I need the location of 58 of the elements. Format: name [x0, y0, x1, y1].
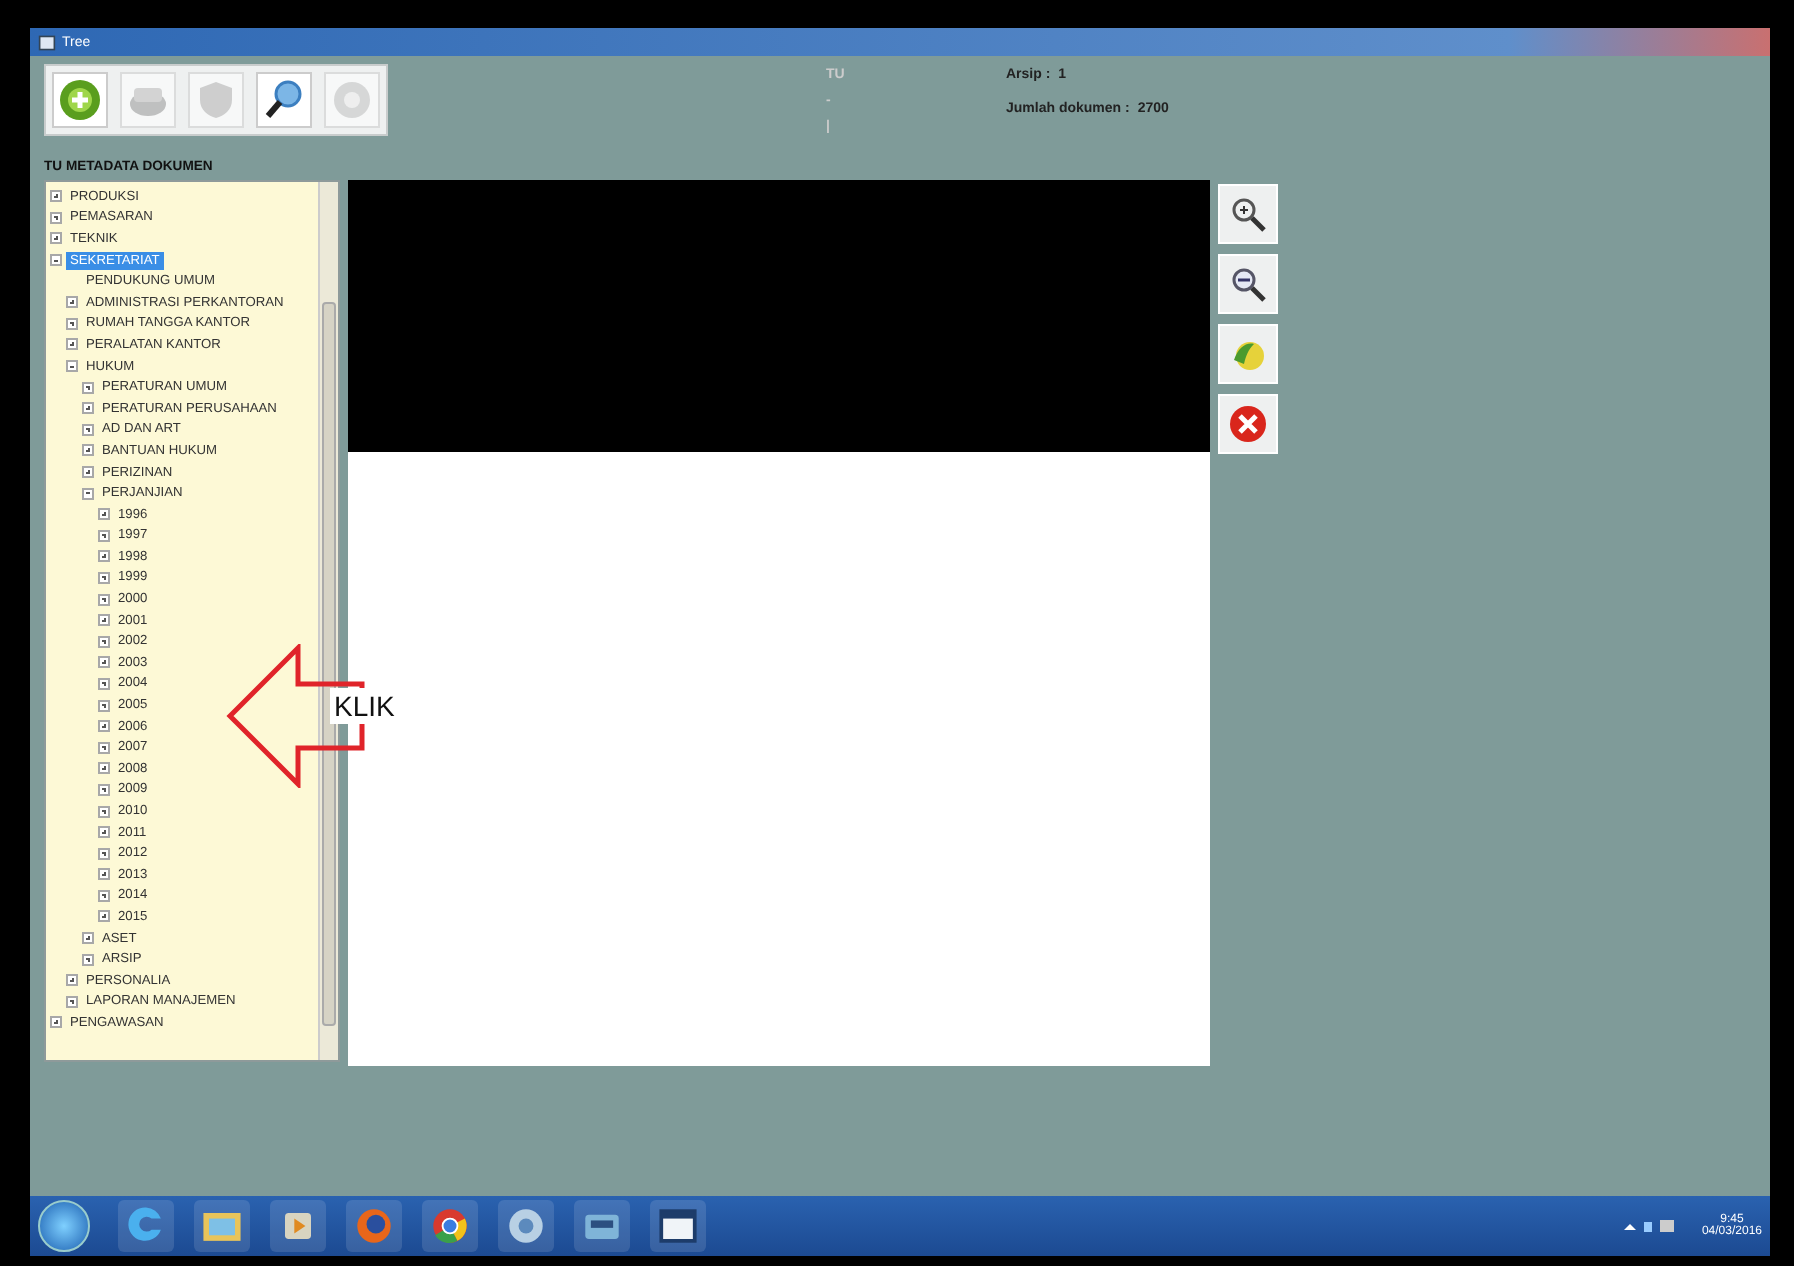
expand-toggle[interactable] — [98, 910, 110, 923]
browser-icon[interactable] — [422, 1200, 478, 1252]
app-icon — [38, 33, 56, 51]
app-icon[interactable] — [498, 1200, 554, 1252]
expand-toggle[interactable] — [98, 593, 110, 606]
zoom-in-icon[interactable] — [1218, 184, 1278, 244]
expand-toggle[interactable] — [50, 211, 62, 224]
expand-toggle[interactable] — [82, 953, 94, 966]
expand-toggle[interactable] — [82, 381, 94, 394]
start-button[interactable] — [38, 1200, 90, 1252]
expand-toggle[interactable] — [98, 508, 110, 521]
collapse-toggle[interactable] — [66, 360, 78, 373]
expand-toggle[interactable] — [98, 868, 110, 881]
browser-icon[interactable] — [118, 1200, 174, 1252]
window-icon[interactable] — [650, 1200, 706, 1252]
expand-toggle[interactable] — [82, 932, 94, 945]
zoom-out-icon[interactable] — [1218, 254, 1278, 314]
expand-toggle[interactable] — [82, 423, 94, 436]
expand-toggle[interactable] — [50, 232, 62, 245]
scrollbar-thumb[interactable] — [322, 302, 336, 1026]
expand-toggle[interactable] — [98, 847, 110, 860]
folder-icon[interactable] — [194, 1200, 250, 1252]
annotation-label: KLIK — [330, 688, 399, 724]
scrollbar[interactable] — [318, 182, 338, 1060]
media-player-icon[interactable] — [270, 1200, 326, 1252]
expand-toggle[interactable] — [98, 656, 110, 669]
collapse-toggle[interactable] — [82, 487, 94, 500]
expand-toggle[interactable] — [98, 889, 110, 902]
expand-toggle[interactable] — [66, 338, 78, 351]
expand-toggle[interactable] — [66, 995, 78, 1008]
tray-icons[interactable] — [1619, 1216, 1680, 1236]
expand-toggle[interactable] — [98, 614, 110, 627]
expand-toggle[interactable] — [98, 805, 110, 818]
expand-toggle[interactable] — [66, 296, 78, 309]
expand-toggle[interactable] — [98, 699, 110, 712]
expand-toggle[interactable] — [98, 741, 110, 754]
expand-toggle[interactable] — [98, 529, 110, 542]
expand-toggle[interactable] — [98, 762, 110, 775]
expand-toggle[interactable] — [98, 826, 110, 839]
expand-toggle[interactable] — [82, 444, 94, 457]
expand-toggle[interactable] — [98, 783, 110, 796]
collapse-toggle[interactable] — [50, 254, 62, 267]
expand-toggle[interactable] — [50, 190, 62, 203]
expand-toggle[interactable] — [66, 974, 78, 987]
expand-toggle[interactable] — [98, 550, 110, 563]
expand-toggle[interactable] — [50, 1016, 62, 1029]
add-icon[interactable] — [52, 72, 108, 128]
app-icon[interactable] — [574, 1200, 630, 1252]
leaf-icon[interactable] — [1218, 324, 1278, 384]
close-icon[interactable] — [1218, 394, 1278, 454]
expand-toggle[interactable] — [98, 571, 110, 584]
expand-toggle[interactable] — [82, 402, 94, 415]
expand-toggle[interactable] — [98, 720, 110, 733]
expand-toggle[interactable] — [82, 466, 94, 479]
expand-toggle[interactable] — [98, 677, 110, 690]
search-icon[interactable] — [256, 72, 312, 128]
expand-toggle[interactable] — [98, 635, 110, 648]
expand-toggle[interactable] — [66, 317, 78, 330]
